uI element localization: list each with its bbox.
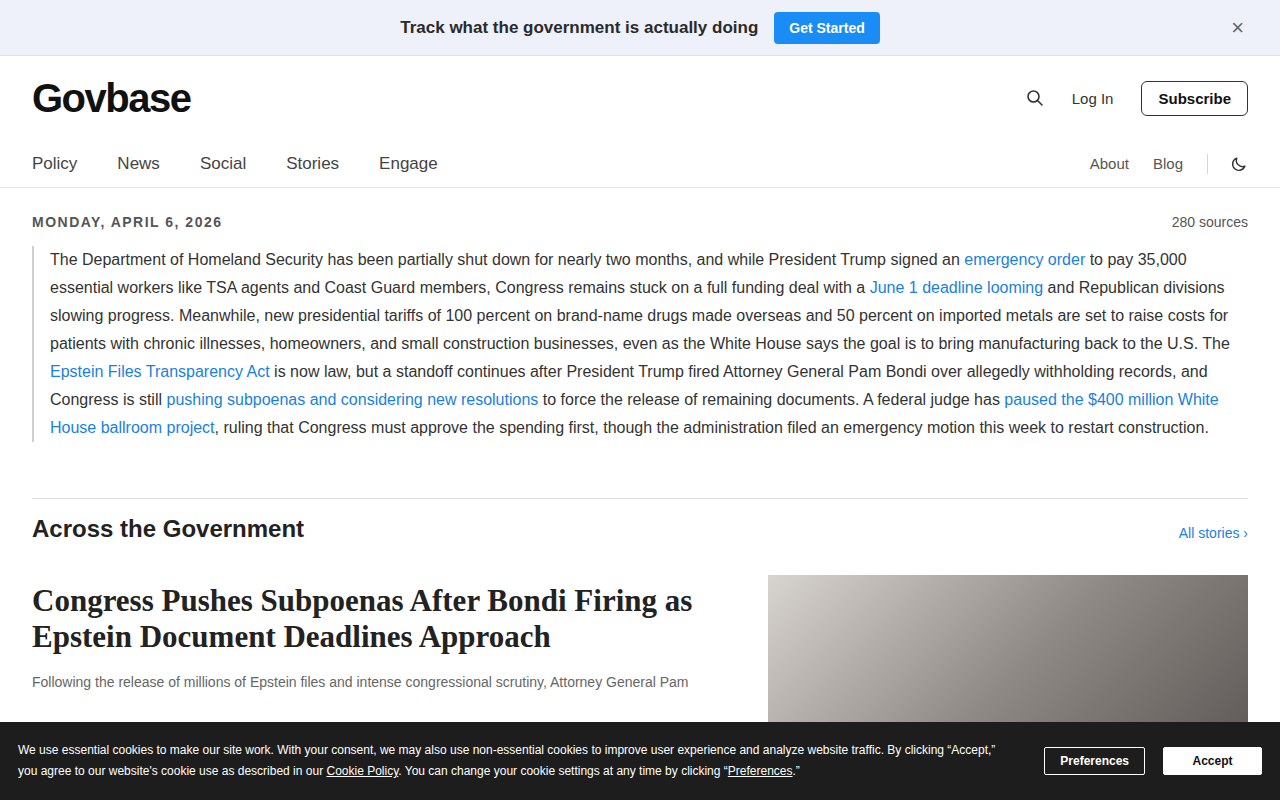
cookie-buttons: Preferences Accept bbox=[1044, 747, 1262, 775]
promo-banner: Track what the government is actually do… bbox=[0, 0, 1280, 56]
summary-text: , ruling that Congress must approve the … bbox=[215, 419, 1209, 436]
all-stories-link[interactable]: All stories › bbox=[1179, 525, 1248, 543]
summary-link[interactable]: June 1 deadline looming bbox=[870, 279, 1043, 296]
section-divider bbox=[32, 498, 1248, 499]
summary-link[interactable]: pushing subpoenas and considering new re… bbox=[166, 391, 538, 408]
section-header: Across the Government All stories › bbox=[32, 515, 1248, 543]
summary-link[interactable]: Epstein Files Transparency Act bbox=[50, 363, 270, 380]
subscribe-button[interactable]: Subscribe bbox=[1141, 81, 1248, 116]
story-excerpt: Following the release of millions of Eps… bbox=[32, 671, 732, 693]
login-link[interactable]: Log In bbox=[1072, 90, 1114, 107]
nav-item[interactable]: Engage bbox=[379, 154, 438, 174]
nav-secondary-item[interactable]: About bbox=[1090, 155, 1129, 172]
site-header: Govbase Log In Subscribe bbox=[0, 56, 1280, 140]
main-nav: Policy News Social Stories Engage About Blog bbox=[0, 140, 1280, 188]
briefing-summary: The Department of Homeland Security has … bbox=[32, 246, 1248, 442]
briefing-date: MONDAY, APRIL 6, 2026 bbox=[32, 214, 223, 230]
page: Track what the government is actually do… bbox=[0, 0, 1280, 800]
nav-divider bbox=[1207, 154, 1208, 174]
cookie-text-part: .” bbox=[793, 764, 800, 778]
get-started-button[interactable]: Get Started bbox=[774, 12, 879, 44]
close-banner-button[interactable]: × bbox=[1231, 15, 1244, 41]
nav-item[interactable]: Stories bbox=[286, 154, 339, 174]
section-title: Across the Government bbox=[32, 515, 304, 543]
nav-secondary-item[interactable]: Blog bbox=[1153, 155, 1183, 172]
sources-count[interactable]: 280 sources bbox=[1172, 214, 1248, 230]
moon-icon[interactable] bbox=[1230, 155, 1248, 173]
cookie-text-part: . You can change your cookie settings at… bbox=[398, 764, 728, 778]
cookie-button[interactable]: Accept bbox=[1163, 747, 1262, 775]
logo[interactable]: Govbase bbox=[32, 76, 190, 121]
cookie-banner: We use essential cookies to make our sit… bbox=[0, 722, 1280, 800]
summary-text: to force the release of remaining docume… bbox=[538, 391, 1004, 408]
cookie-text: We use essential cookies to make our sit… bbox=[18, 740, 1014, 782]
nav-secondary: About Blog bbox=[1090, 154, 1248, 174]
banner-text: Track what the government is actually do… bbox=[400, 18, 758, 38]
nav-item[interactable]: News bbox=[117, 154, 160, 174]
nav-item[interactable]: Social bbox=[200, 154, 246, 174]
daily-briefing: MONDAY, APRIL 6, 2026 280 sources The Depa… bbox=[0, 188, 1280, 442]
nav-item[interactable]: Policy bbox=[32, 154, 77, 174]
cookie-button[interactable]: Preferences bbox=[1044, 747, 1145, 775]
cookie-link[interactable]: Cookie Policy bbox=[326, 764, 398, 778]
header-actions: Log In Subscribe bbox=[1026, 81, 1248, 116]
summary-link[interactable]: emergency order bbox=[964, 251, 1085, 268]
search-icon[interactable] bbox=[1026, 89, 1044, 107]
nav-primary: Policy News Social Stories Engage bbox=[32, 154, 438, 174]
cookie-link[interactable]: Preferences bbox=[728, 764, 793, 778]
briefing-header: MONDAY, APRIL 6, 2026 280 sources bbox=[32, 214, 1248, 230]
story-title[interactable]: Congress Pushes Subpoenas After Bondi Fi… bbox=[32, 583, 732, 655]
summary-text: The Department of Homeland Security has … bbox=[50, 251, 964, 268]
